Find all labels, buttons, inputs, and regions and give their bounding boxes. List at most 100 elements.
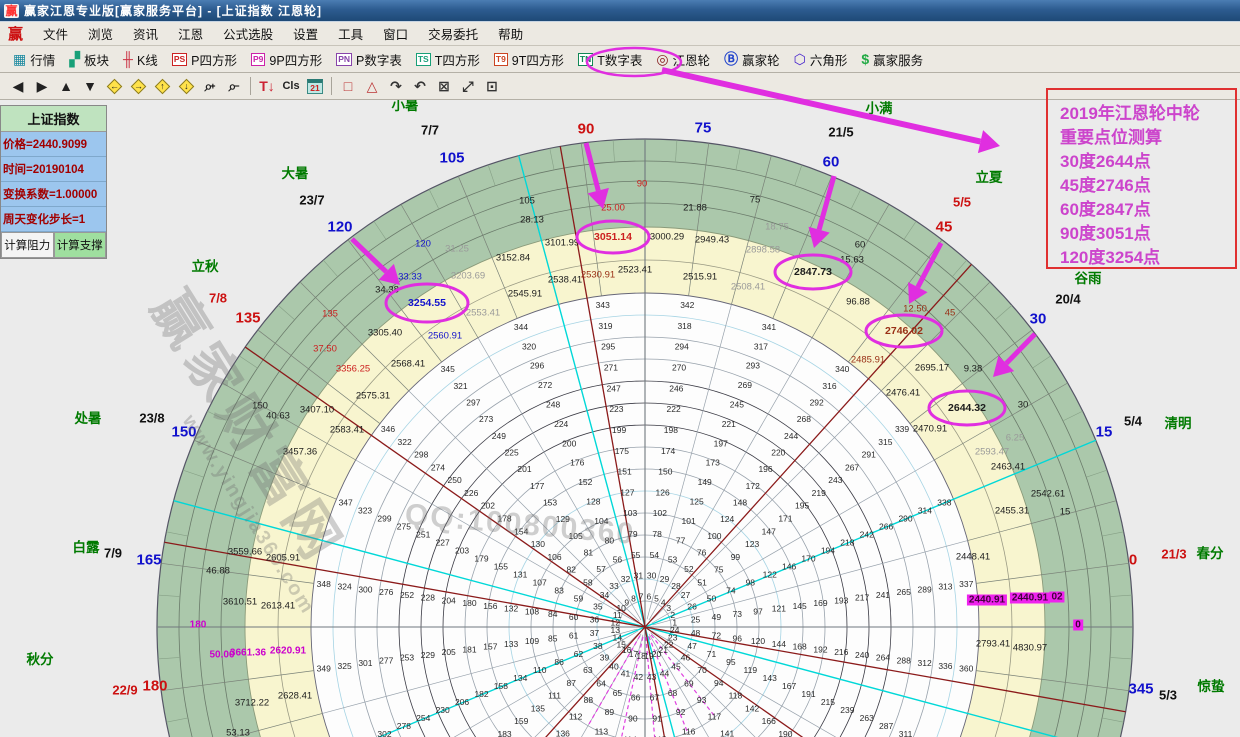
current-price-cell: 2440.91 xyxy=(1010,593,1050,604)
fit-tool-button[interactable]: ⤢ xyxy=(456,75,480,97)
hexagon-button[interactable]: ⬡六角形 xyxy=(787,48,855,71)
service-button[interactable]: $赢家服务 xyxy=(854,48,930,71)
ring-value: 3712.22 xyxy=(235,698,269,709)
pan-down-button[interactable]: ▼ xyxy=(78,75,102,97)
step-down-button[interactable]: ↓ xyxy=(174,75,198,97)
square-tool-icon: □ xyxy=(344,78,352,94)
step-down-icon: ↓ xyxy=(178,78,194,94)
step-left-button[interactable]: ← xyxy=(102,75,126,97)
ring-value: 2628.41 xyxy=(278,691,312,702)
ring-value: 21.88 xyxy=(683,203,707,214)
step-right-icon: → xyxy=(130,78,146,94)
calendar-button[interactable]: 21 xyxy=(303,75,327,97)
date-label: 20/4 xyxy=(1055,292,1080,307)
step-left-icon: ← xyxy=(106,78,122,94)
solar-term-label: 清明 xyxy=(1165,412,1192,432)
ring-value: 4830.97 xyxy=(1013,643,1047,654)
quotes-button[interactable]: ▦行情 xyxy=(6,48,62,71)
solar-term-label: 立夏 xyxy=(976,166,1003,186)
circled-value: 3254.55 xyxy=(408,297,446,309)
degree-label: 90 xyxy=(578,121,595,138)
instrument-info-panel: 上证指数 价格=2440.9099时间=20190104变换系数=1.00000… xyxy=(0,105,107,259)
square-tool-button[interactable]: □ xyxy=(336,75,360,97)
degree-label: 120 xyxy=(327,219,352,236)
info-row-1: 时间=20190104 xyxy=(1,157,106,182)
t-table-button-label: T数字表 xyxy=(597,50,642,69)
degree-label: 345 xyxy=(1128,681,1153,698)
cls-icon: Cls xyxy=(282,80,299,92)
ring-value: 2575.31 xyxy=(356,391,390,402)
rotate-cw-button[interactable]: ↷ xyxy=(384,75,408,97)
date-label: 7/9 xyxy=(104,546,122,561)
sectors-button[interactable]: ▞板块 xyxy=(62,48,116,71)
calc-resistance-button[interactable]: 计算阻力 xyxy=(1,232,54,258)
menu-item-窗口[interactable]: 窗口 xyxy=(373,22,418,45)
menu-item-设置[interactable]: 设置 xyxy=(283,22,328,45)
annotation-line-1: 重要点位测算 xyxy=(1060,126,1235,150)
date-label: 23/7 xyxy=(299,193,324,208)
dollar-icon: $ xyxy=(861,52,869,66)
menu-item-公式选股[interactable]: 公式选股 xyxy=(213,22,283,45)
cls-button[interactable]: Cls xyxy=(279,75,303,97)
zoom-out-button[interactable]: ⌕− xyxy=(222,75,246,97)
menu-item-江恩[interactable]: 江恩 xyxy=(168,22,213,45)
rotate-ccw-button[interactable]: ↶ xyxy=(408,75,432,97)
ring-value: 2530.91 xyxy=(581,270,615,281)
p-square-button[interactable]: PSP四方形 xyxy=(165,48,244,71)
t-scale-button[interactable]: T↓ xyxy=(255,75,279,97)
screen-tool-button[interactable]: ⊡ xyxy=(480,75,504,97)
zoom-in-button[interactable]: ⌕+ xyxy=(198,75,222,97)
annotation-line-4: 60度2847点 xyxy=(1060,198,1235,222)
step-right-button[interactable]: → xyxy=(126,75,150,97)
winner-wheel-button[interactable]: Ⓑ赢家轮 xyxy=(717,48,787,71)
t-table-button[interactable]: TNT数字表 xyxy=(571,48,649,71)
date-label: 5/4 xyxy=(1124,414,1142,429)
ring-value: 46.88 xyxy=(206,566,230,577)
ring-value: 120 xyxy=(415,239,431,250)
pan-up-button[interactable]: ▲ xyxy=(54,75,78,97)
gann-wheel-button[interactable]: ◎江恩轮 xyxy=(649,48,717,71)
triangle-tool-button[interactable]: △ xyxy=(360,75,384,97)
ring-value: 2523.41 xyxy=(618,265,652,276)
gann-wheel-icon: ◎ xyxy=(656,52,668,66)
ring-value: 105 xyxy=(519,196,535,207)
ring-value: 2613.41 xyxy=(261,601,295,612)
calc-support-button[interactable]: 计算支撑 xyxy=(54,232,107,258)
ring-value: 3305.40 xyxy=(368,328,402,339)
menu-item-工具[interactable]: 工具 xyxy=(328,22,373,45)
ts-icon: TS xyxy=(416,53,431,66)
zoom-out-sign: − xyxy=(234,81,239,91)
info-row-0: 价格=2440.9099 xyxy=(1,132,106,157)
menu-item-浏览[interactable]: 浏览 xyxy=(78,22,123,45)
ring-value: 2538.41 xyxy=(548,275,582,286)
solar-term-label: 春分 xyxy=(1197,542,1224,562)
menu-item-资讯[interactable]: 资讯 xyxy=(123,22,168,45)
kline-button[interactable]: ╫K线 xyxy=(116,48,165,71)
p-table-button[interactable]: PNP数字表 xyxy=(329,48,409,71)
menu-item-交易委托[interactable]: 交易委托 xyxy=(418,22,488,45)
pan-left-button[interactable]: ◀ xyxy=(6,75,30,97)
current-price-cell: 0 xyxy=(1073,620,1083,631)
blocks-icon: ▞ xyxy=(69,52,80,66)
ring-value: 25.00 xyxy=(601,203,625,214)
ring-value: 96.88 xyxy=(846,297,870,308)
ring-value: 34.38 xyxy=(375,285,399,296)
ring-value: 3356.25 xyxy=(336,364,370,375)
ring-value: 2560.91 xyxy=(428,331,462,342)
ring-value: 37.50 xyxy=(313,344,337,355)
ring-value: 30 xyxy=(1018,400,1029,411)
step-up-button[interactable]: ↑ xyxy=(150,75,174,97)
ring-value: 3101.99 xyxy=(545,238,579,249)
delete-box-button[interactable]: ⊠ xyxy=(432,75,456,97)
pan-right-button[interactable]: ▶ xyxy=(30,75,54,97)
ring-value: 40.63 xyxy=(266,411,290,422)
menu-item-帮助[interactable]: 帮助 xyxy=(488,22,533,45)
menu-item-文件[interactable]: 文件 xyxy=(33,22,78,45)
9t-square-button[interactable]: T99T四方形 xyxy=(487,48,571,71)
fit-tool-icon: ⤢ xyxy=(462,78,473,95)
9p-square-button[interactable]: P99P四方形 xyxy=(244,48,329,71)
solar-term-label: 小暑 xyxy=(392,100,419,114)
ring-value: 2542.61 xyxy=(1031,489,1065,500)
t-square-button[interactable]: TST四方形 xyxy=(409,48,487,71)
ring-value: 15 xyxy=(1060,507,1071,518)
